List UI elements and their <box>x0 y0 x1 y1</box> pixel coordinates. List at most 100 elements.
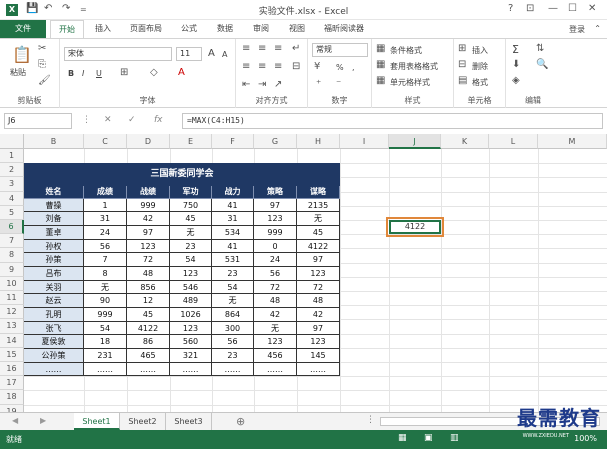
login-link[interactable]: 登录 <box>569 24 585 35</box>
table-cell[interactable]: 54 <box>84 321 127 336</box>
table-cell[interactable]: 864 <box>212 307 254 322</box>
delete-cells-button[interactable]: 删除 <box>472 61 488 72</box>
table-cell[interactable]: 231 <box>84 348 127 363</box>
align-middle-icon[interactable]: ≡ <box>258 43 266 54</box>
table-header-cell[interactable]: 战绩 <box>127 185 170 199</box>
table-name-cell[interactable]: 董卓 <box>24 226 84 240</box>
table-cell[interactable]: 无 <box>84 280 127 295</box>
collapse-ribbon-icon[interactable]: ⌃ <box>594 24 601 33</box>
table-cell[interactable]: 465 <box>127 348 170 363</box>
table-cell[interactable]: 48 <box>127 266 170 281</box>
scroll-left-icon[interactable]: ◀ <box>12 416 18 425</box>
sheet-tab-sheet3[interactable]: Sheet3 <box>166 413 212 430</box>
row-header-3[interactable]: 3 <box>0 177 24 192</box>
cancel-icon[interactable]: ✕ <box>104 115 112 125</box>
table-cell[interactable]: 97 <box>127 226 170 240</box>
column-header-c[interactable]: C <box>84 134 127 149</box>
orientation-icon[interactable]: ↗ <box>274 79 282 90</box>
tab-insert[interactable]: 插入 <box>88 20 118 38</box>
table-name-cell[interactable]: 关羽 <box>24 280 84 295</box>
table-cell[interactable]: 456 <box>254 348 297 363</box>
table-cell[interactable]: 31 <box>212 212 254 226</box>
sheet-tab-sheet1[interactable]: Sheet1 <box>74 413 120 430</box>
row-header-7[interactable]: 7 <box>0 234 24 249</box>
currency-icon[interactable]: ¥ <box>314 61 320 72</box>
column-header-d[interactable]: D <box>127 134 170 149</box>
conditional-format-icon[interactable]: ▦ <box>376 43 385 54</box>
font-size-select[interactable]: 11 <box>176 47 202 61</box>
table-header-cell[interactable]: 成绩 <box>84 185 127 199</box>
table-cell[interactable]: 42 <box>297 307 340 322</box>
column-header-e[interactable]: E <box>170 134 212 149</box>
table-cell[interactable]: 54 <box>212 280 254 295</box>
table-cell[interactable]: 无 <box>170 226 212 240</box>
table-cell[interactable]: 4122 <box>297 239 340 254</box>
decrease-indent-icon[interactable]: ⇤ <box>242 79 250 90</box>
row-header-8[interactable]: 8 <box>0 248 24 263</box>
table-cell[interactable]: 23 <box>212 266 254 281</box>
minimize-button[interactable]: — <box>548 3 558 14</box>
table-cell[interactable]: 123 <box>254 335 297 349</box>
table-name-cell[interactable]: 曹操 <box>24 198 84 213</box>
tab-data[interactable]: 数据 <box>210 20 240 38</box>
table-cell[interactable]: 无 <box>297 212 340 226</box>
row-header-10[interactable]: 10 <box>0 276 24 291</box>
autosum-button[interactable]: Σ <box>512 43 519 56</box>
table-cell[interactable]: …… <box>84 362 127 377</box>
table-cell[interactable]: 7 <box>84 253 127 267</box>
format-cells-button[interactable]: 格式 <box>472 77 488 88</box>
cell-styles-icon[interactable]: ▦ <box>376 75 385 86</box>
format-as-table-button[interactable]: 套用表格格式 <box>390 61 438 72</box>
column-header-m[interactable]: M <box>538 134 607 149</box>
table-cell[interactable]: 56 <box>84 239 127 254</box>
clear-icon[interactable]: ◈ <box>512 75 520 86</box>
align-bottom-icon[interactable]: ≡ <box>274 43 282 54</box>
scroll-right-icon[interactable]: ▶ <box>40 416 46 425</box>
column-header-k[interactable]: K <box>441 134 489 149</box>
active-cell-j6[interactable]: 4122 <box>389 220 441 235</box>
column-header-l[interactable]: L <box>489 134 538 149</box>
table-cell[interactable]: 48 <box>297 294 340 308</box>
table-cell[interactable]: 0 <box>254 239 297 254</box>
table-header-cell[interactable]: 谋略 <box>297 185 340 199</box>
table-cell[interactable]: 1026 <box>170 307 212 322</box>
table-header-cell[interactable]: 姓名 <box>24 185 84 199</box>
row-header-19[interactable]: 19 <box>0 404 24 412</box>
table-cell[interactable]: 97 <box>254 198 297 213</box>
table-cell[interactable]: 123 <box>170 321 212 336</box>
table-name-cell[interactable]: 孔明 <box>24 307 84 322</box>
fill-icon[interactable]: ⬇ <box>512 59 520 70</box>
table-cell[interactable]: 489 <box>170 294 212 308</box>
table-name-cell[interactable]: 张飞 <box>24 321 84 336</box>
underline-button[interactable]: U <box>96 69 102 78</box>
table-cell[interactable]: 531 <box>212 253 254 267</box>
border-icon[interactable]: ⊞ <box>120 67 128 78</box>
column-header-g[interactable]: G <box>254 134 297 149</box>
table-name-cell[interactable]: 赵云 <box>24 294 84 308</box>
table-cell[interactable]: 145 <box>297 348 340 363</box>
table-cell[interactable]: …… <box>170 362 212 377</box>
insert-cells-icon[interactable]: ⊞ <box>458 43 466 54</box>
table-cell[interactable]: …… <box>212 362 254 377</box>
table-cell[interactable]: 无 <box>212 294 254 308</box>
table-cell[interactable]: 123 <box>297 266 340 281</box>
comma-button[interactable]: , <box>352 63 355 72</box>
cell-styles-button[interactable]: 单元格样式 <box>390 77 430 88</box>
column-header-h[interactable]: H <box>297 134 340 149</box>
row-header-16[interactable]: 16 <box>0 362 24 377</box>
table-cell[interactable]: 560 <box>170 335 212 349</box>
percent-button[interactable]: % <box>336 63 344 72</box>
page-break-view-icon[interactable]: ▥ <box>450 433 459 443</box>
add-sheet-icon[interactable]: ⊕ <box>236 415 245 428</box>
table-cell[interactable]: 123 <box>170 266 212 281</box>
table-cell[interactable]: 123 <box>297 335 340 349</box>
merge-center-icon[interactable]: ⊟ <box>292 61 300 72</box>
row-header-17[interactable]: 17 <box>0 376 24 391</box>
table-cell[interactable]: 300 <box>212 321 254 336</box>
insert-function-icon[interactable]: fx <box>154 115 163 125</box>
row-header-4[interactable]: 4 <box>0 191 24 206</box>
table-cell[interactable]: 123 <box>127 239 170 254</box>
row-header-9[interactable]: 9 <box>0 262 24 277</box>
table-cell[interactable]: 72 <box>254 280 297 295</box>
table-cell[interactable]: 12 <box>127 294 170 308</box>
